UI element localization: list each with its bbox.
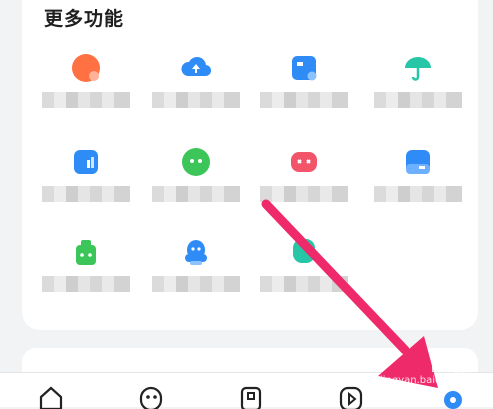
file-icon[interactable] [238,385,264,409]
blurred-label [374,186,462,202]
blurred-label [260,276,348,292]
qq-item[interactable] [146,236,246,316]
green-app-item[interactable] [254,236,354,316]
gamepad-icon [291,152,317,172]
bar-chart-icon [74,150,98,174]
blurred-label [260,92,348,108]
cloud-upload-icon [181,57,212,77]
data-item[interactable] [36,146,136,226]
blurred-label [42,186,130,202]
wechat-item[interactable] [146,146,246,226]
info-item[interactable] [368,146,468,226]
home-icon[interactable] [38,385,64,409]
face-icon[interactable] [138,385,164,409]
android-icon [76,240,96,265]
blurred-label [152,276,240,292]
watermark: Bai 经验 jingyan.baidu.com [380,364,473,386]
blurred-label [42,276,130,292]
blurred-label [374,92,462,108]
cloud-upload-item[interactable] [146,52,246,132]
gamepad-item[interactable] [254,146,354,226]
app-icon [293,239,315,263]
game-icon [72,54,100,82]
blurred-label [260,186,348,202]
card-item[interactable] [254,52,354,132]
folder-icon [406,150,430,174]
umbrella-item[interactable] [368,52,468,132]
play-icon[interactable] [338,385,364,409]
card-icon [292,56,317,81]
blurred-label [42,92,130,108]
qq-penguin-icon [185,240,207,265]
blurred-label [152,92,240,108]
game-item[interactable] [36,52,136,132]
android-item[interactable] [36,236,136,316]
section-title: 更多功能 [44,8,125,30]
umbrella-icon [405,57,431,81]
blurred-label [152,186,240,202]
chat-bubble-icon [182,148,210,176]
